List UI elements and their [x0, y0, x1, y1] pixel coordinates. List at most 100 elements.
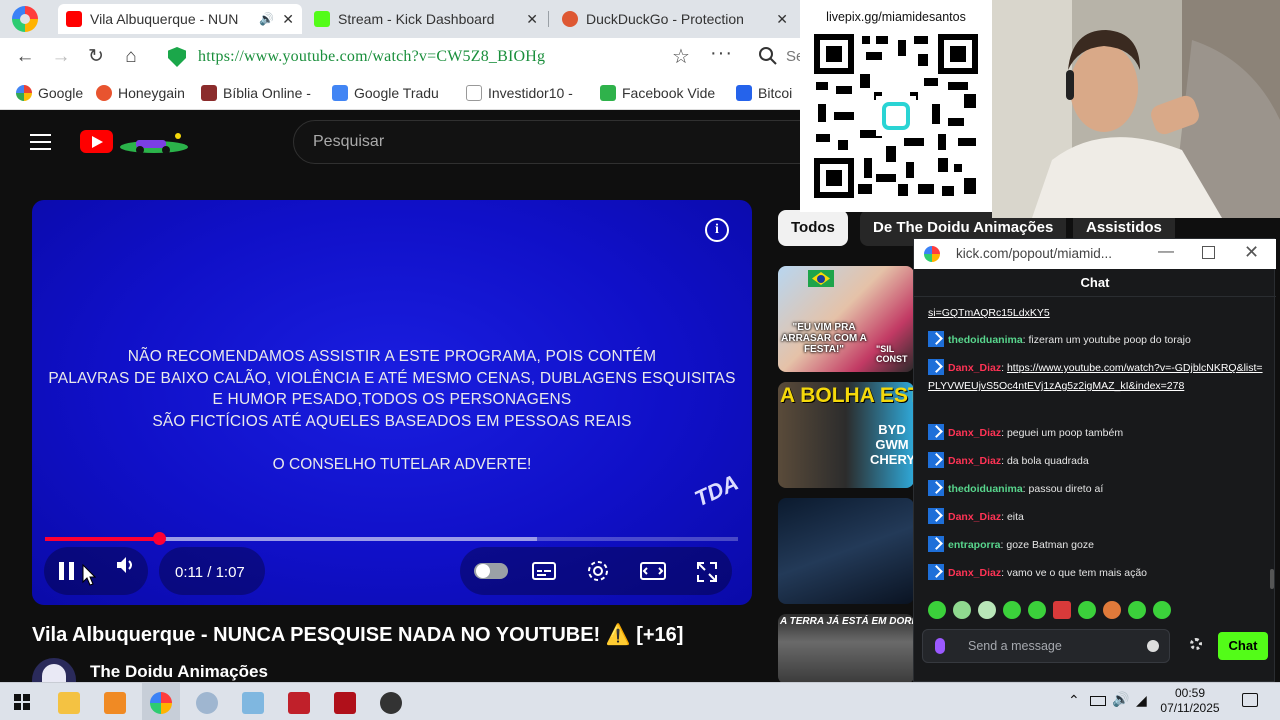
address-bar[interactable]: https://www.youtube.com/watch?v=CW5Z8_BI… [198, 48, 545, 66]
settings-gear-icon[interactable] [586, 559, 610, 583]
chat-settings-gear-icon[interactable] [1190, 638, 1202, 650]
bookmark-google-tradutor[interactable]: Google Tradu [332, 84, 439, 102]
media-player-icon[interactable] [104, 692, 126, 714]
close-window-icon[interactable]: ✕ [1244, 242, 1259, 263]
subtitles-icon[interactable] [532, 561, 556, 581]
fullscreen-icon[interactable] [696, 561, 718, 583]
chat-username[interactable]: Danx_Diaz [948, 567, 1001, 579]
chat-username[interactable]: thedoiduanima [948, 483, 1023, 495]
emote-icon[interactable] [928, 601, 946, 619]
speaker-icon[interactable]: 🔊 [259, 12, 274, 26]
chat-scrollbar[interactable] [1270, 569, 1274, 589]
bookmark-investidor10[interactable]: Investidor10 - [466, 84, 573, 102]
scrubber-handle[interactable] [152, 532, 166, 545]
tab-duckduckgo[interactable]: DuckDuckGo - Protection ✕ [554, 4, 796, 34]
search-icon[interactable] [758, 46, 778, 66]
emote-icon[interactable] [1003, 601, 1021, 619]
emote-icon[interactable] [1128, 601, 1146, 619]
microphone-icon[interactable] [935, 638, 945, 654]
paint-icon[interactable] [196, 692, 218, 714]
progress-bar[interactable] [45, 532, 738, 545]
info-icon[interactable]: i [705, 218, 729, 242]
played-bar [45, 537, 159, 541]
bookmark-star-icon[interactable]: ☆ [672, 44, 690, 69]
moderator-badge-icon [928, 359, 944, 375]
chat-username[interactable]: Danx_Diaz [948, 427, 1001, 439]
tray-chevron-icon[interactable]: ⌃ [1068, 692, 1080, 709]
chat-message-input[interactable]: Send a message [922, 629, 1170, 663]
send-chat-button[interactable]: Chat [1218, 632, 1268, 660]
obs-icon[interactable] [380, 692, 402, 714]
message-text: eita [1006, 511, 1024, 523]
emote-icon[interactable] [1078, 601, 1096, 619]
emote-icon[interactable] [953, 601, 971, 619]
bookmark-google[interactable]: Google [16, 84, 83, 102]
autoplay-toggle[interactable] [474, 563, 508, 579]
emote-icon[interactable] [1103, 601, 1121, 619]
reload-icon[interactable]: ↻ [85, 46, 107, 68]
bookmark-biblia[interactable]: Bíblia Online - [201, 84, 311, 102]
close-tab-icon[interactable]: ✕ [282, 11, 294, 28]
youtube-doodle-icon[interactable] [116, 130, 192, 156]
message-link[interactable]: si=GQTmAQRc15LdxKY5 [928, 307, 1050, 319]
bookmark-bitcoin[interactable]: Bitcoi [736, 84, 792, 102]
file-explorer-icon[interactable] [58, 692, 80, 714]
windows-start-icon[interactable] [14, 694, 30, 710]
browser-logo-icon[interactable] [12, 6, 38, 32]
recommended-thumbnail[interactable] [778, 498, 914, 604]
browser-taskbar-icon[interactable] [150, 692, 172, 714]
close-tab-icon[interactable]: ✕ [526, 11, 538, 28]
emote-icon[interactable] [1053, 601, 1071, 619]
video-player[interactable]: i NÃO RECOMENDAMOS ASSISTIR A ESTE PROGR… [32, 200, 752, 605]
tray-battery-icon[interactable] [1090, 696, 1106, 706]
emote-icon[interactable] [1028, 601, 1046, 619]
channel-name[interactable]: The Doidu Animações [90, 662, 268, 682]
notifications-icon[interactable] [1242, 693, 1258, 707]
message-text: vamo ve o que tem mais ação [1006, 567, 1148, 579]
pause-icon[interactable] [59, 562, 75, 580]
recommended-thumbnail[interactable]: A BOLHA ESTOU BYD GWM CHERY [778, 382, 914, 488]
clock-time: 00:59 [1174, 686, 1206, 700]
chat-username[interactable]: entraporra [948, 539, 1001, 551]
calculator-icon[interactable] [288, 692, 310, 714]
chat-username[interactable]: Danx_Diaz [948, 362, 1001, 374]
recommended-thumbnail[interactable]: "EU VIM PRA ARRASAR COM A FESTA!" "SIL C… [778, 266, 914, 372]
chip-todos[interactable]: Todos [778, 210, 848, 246]
menu-icon[interactable] [30, 134, 51, 150]
kick-favicon-icon [314, 11, 330, 27]
theater-mode-icon[interactable] [640, 561, 666, 581]
tab-youtube[interactable]: Vila Albuquerque - NUN 🔊 ✕ [58, 4, 302, 34]
secure-shield-icon[interactable] [168, 47, 186, 67]
back-icon[interactable]: ← [14, 46, 36, 68]
chat-message: Danx_Diaz: peguei um poop também [928, 424, 1266, 442]
volume-icon[interactable] [114, 553, 138, 577]
home-icon[interactable]: ⌂ [120, 46, 142, 68]
chat-message: Danx_Diaz: vamo ve o que tem mais ação [928, 564, 1266, 582]
chat-header: Chat [914, 269, 1276, 297]
close-tab-icon[interactable]: ✕ [776, 11, 788, 28]
bookmark-label: Investidor10 - [488, 85, 573, 101]
moderator-badge-icon [928, 331, 944, 347]
notes-icon[interactable] [242, 692, 264, 714]
emote-icon[interactable] [978, 601, 996, 619]
forward-icon[interactable]: → [50, 46, 72, 68]
tab-kick-dashboard[interactable]: Stream - Kick Dashboard ✕ [306, 4, 546, 34]
tray-volume-icon[interactable]: 🔊 [1112, 691, 1129, 708]
youtube-search-input[interactable]: Pesquisar [293, 120, 813, 164]
chat-username[interactable]: Danx_Diaz [948, 455, 1001, 467]
bookmark-honeygain[interactable]: Honeygain [96, 84, 185, 102]
moderator-badge-icon [928, 424, 944, 440]
youtube-logo-icon[interactable] [80, 130, 113, 153]
flash-app-icon[interactable] [334, 692, 356, 714]
chat-username[interactable]: Danx_Diaz [948, 511, 1001, 523]
emote-icon[interactable] [1153, 601, 1171, 619]
recommended-thumbnail[interactable]: A TERRA JÁ ESTÁ EM DORES [778, 614, 914, 684]
tray-network-icon[interactable]: ◢ [1136, 692, 1147, 709]
taskbar-clock[interactable]: 00:59 07/11/2025 [1150, 686, 1230, 716]
maximize-icon[interactable] [1202, 246, 1215, 259]
chat-username[interactable]: thedoiduanima [948, 334, 1023, 346]
more-actions-icon[interactable]: ··· [710, 42, 733, 65]
bookmark-facebook[interactable]: Facebook Vide [600, 84, 715, 102]
minimize-icon[interactable]: — [1158, 243, 1174, 261]
emoji-icon[interactable] [1147, 640, 1159, 652]
